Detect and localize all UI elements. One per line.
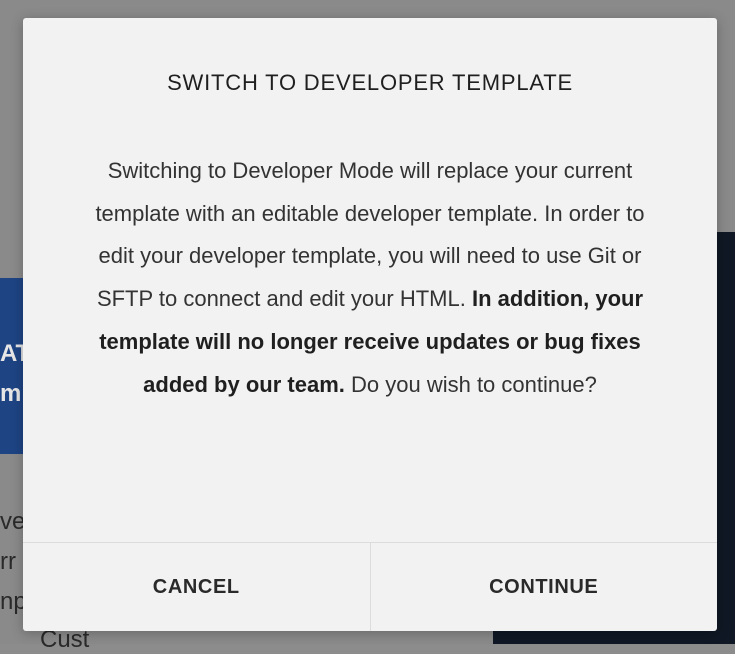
continue-button[interactable]: CONTINUE [369, 543, 718, 631]
dialog-question-text: Do you wish to continue? [351, 371, 597, 397]
background-text-fragment: m [0, 380, 22, 407]
dialog-message: Switching to Developer Mode will replace… [83, 150, 657, 406]
dialog-footer: CANCEL CONTINUE [23, 542, 717, 631]
background-text-fragment: rr [0, 548, 16, 575]
cancel-button[interactable]: CANCEL [23, 543, 370, 631]
dialog-title: SWITCH TO DEVELOPER TEMPLATE [167, 70, 573, 95]
developer-template-dialog: SWITCH TO DEVELOPER TEMPLATE Switching t… [23, 18, 717, 631]
background-text-fragment: ve [0, 508, 26, 535]
